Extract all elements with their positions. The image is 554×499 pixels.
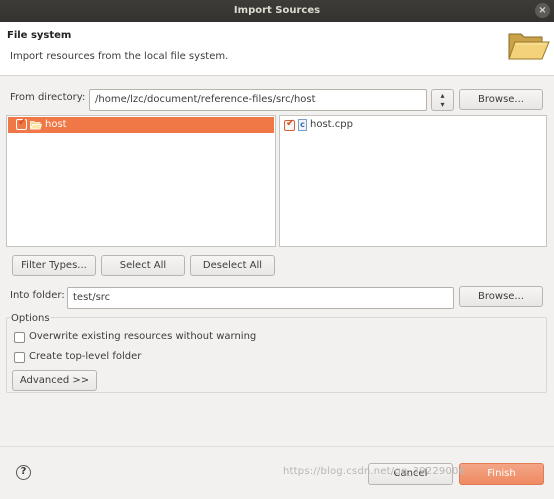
- window-title-bar: Import Sources ×: [0, 0, 554, 22]
- create-top-level-folder-label[interactable]: Create top-level folder: [29, 351, 141, 362]
- select-all-button[interactable]: Select All: [101, 255, 185, 276]
- file-list-panel[interactable]: c host.cpp: [279, 115, 547, 247]
- wizard-header: File system Import resources from the lo…: [0, 22, 554, 76]
- window-close-button[interactable]: ×: [535, 3, 550, 18]
- tree-item-label: host: [45, 119, 67, 130]
- wizard-page-title: File system: [7, 30, 72, 41]
- into-folder-input[interactable]: test/src: [67, 287, 454, 309]
- folder-open-icon: [508, 33, 550, 60]
- create-top-level-folder-checkbox[interactable]: [14, 352, 25, 363]
- finish-button[interactable]: Finish: [459, 463, 544, 485]
- folder-tree-panel[interactable]: host: [6, 115, 276, 247]
- from-directory-history-dropdown[interactable]: ▴ ▾: [431, 89, 454, 111]
- help-icon[interactable]: ?: [16, 465, 31, 480]
- overwrite-checkbox[interactable]: [14, 332, 25, 343]
- into-folder-label: Into folder:: [10, 290, 65, 301]
- into-folder-browse-button[interactable]: Browse...: [459, 286, 543, 307]
- from-directory-input[interactable]: /home/lzc/document/reference-files/src/h…: [89, 89, 427, 111]
- cpp-file-icon: c: [298, 119, 307, 131]
- filter-types-button[interactable]: Filter Types...: [12, 255, 96, 276]
- wizard-page-description: Import resources from the local file sys…: [10, 51, 229, 62]
- tree-item-host-checkbox[interactable]: [16, 117, 27, 130]
- file-item-host-cpp[interactable]: c host.cpp: [280, 117, 546, 133]
- tree-item-host[interactable]: host: [8, 117, 274, 133]
- deselect-all-button[interactable]: Deselect All: [190, 255, 275, 276]
- options-legend: Options: [10, 313, 51, 324]
- folder-icon: [30, 121, 42, 130]
- file-item-checkbox[interactable]: [284, 118, 295, 131]
- file-item-label: host.cpp: [310, 119, 353, 130]
- footer-divider: [0, 446, 554, 447]
- window-title: Import Sources: [233, 5, 321, 16]
- from-directory-label: From directory:: [10, 92, 86, 103]
- chevron-up-icon: ▴: [440, 91, 445, 100]
- chevron-down-icon: ▾: [440, 100, 445, 109]
- overwrite-label[interactable]: Overwrite existing resources without war…: [29, 331, 256, 342]
- watermark-text: https://blog.csdn.net/qq_39229006: [283, 466, 466, 477]
- from-directory-browse-button[interactable]: Browse...: [459, 89, 543, 110]
- advanced-button[interactable]: Advanced >>: [12, 370, 97, 391]
